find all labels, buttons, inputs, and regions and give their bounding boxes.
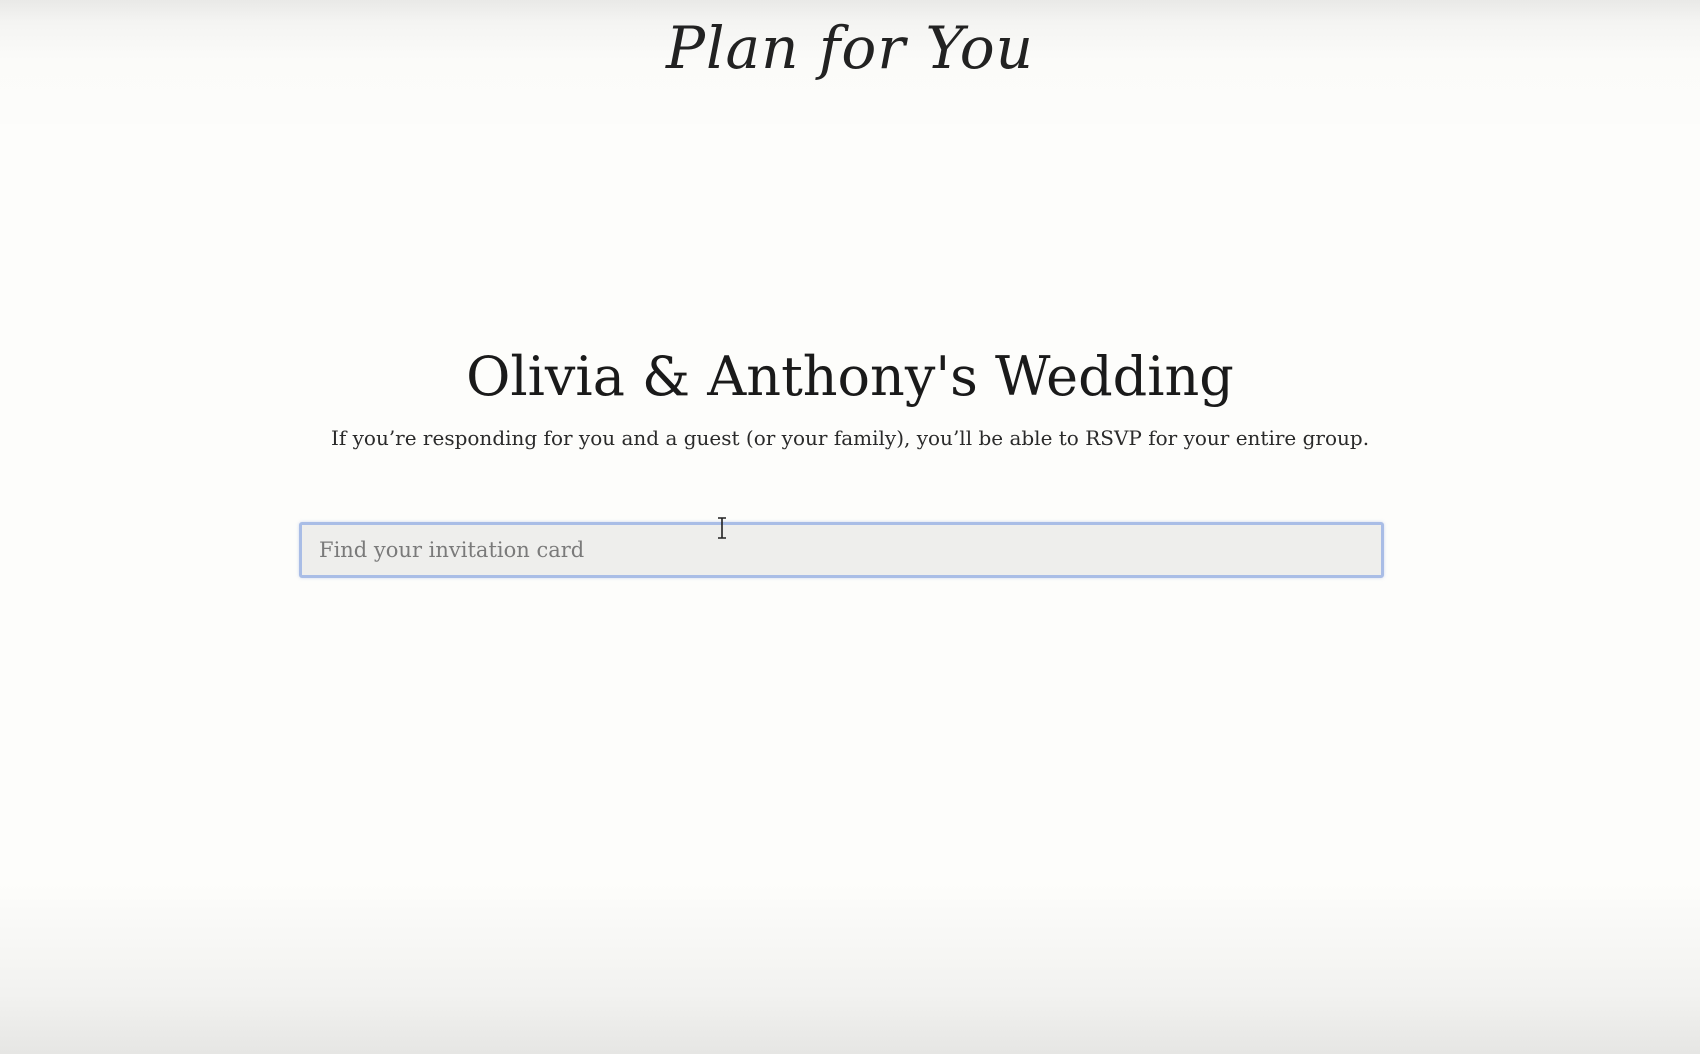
page-subtitle: If you’re responding for you and a guest… [330, 426, 1370, 450]
invitation-search-input[interactable] [299, 522, 1384, 578]
page-title: Olivia & Anthony's Wedding [466, 345, 1234, 408]
invitation-search-container [299, 522, 1384, 578]
site-header: Plan for You [0, 0, 1700, 125]
site-logo[interactable]: Plan for You [0, 14, 1700, 82]
text-cursor-icon [718, 517, 726, 539]
rsvp-section: Olivia & Anthony's Wedding If you’re res… [0, 124, 1700, 1054]
